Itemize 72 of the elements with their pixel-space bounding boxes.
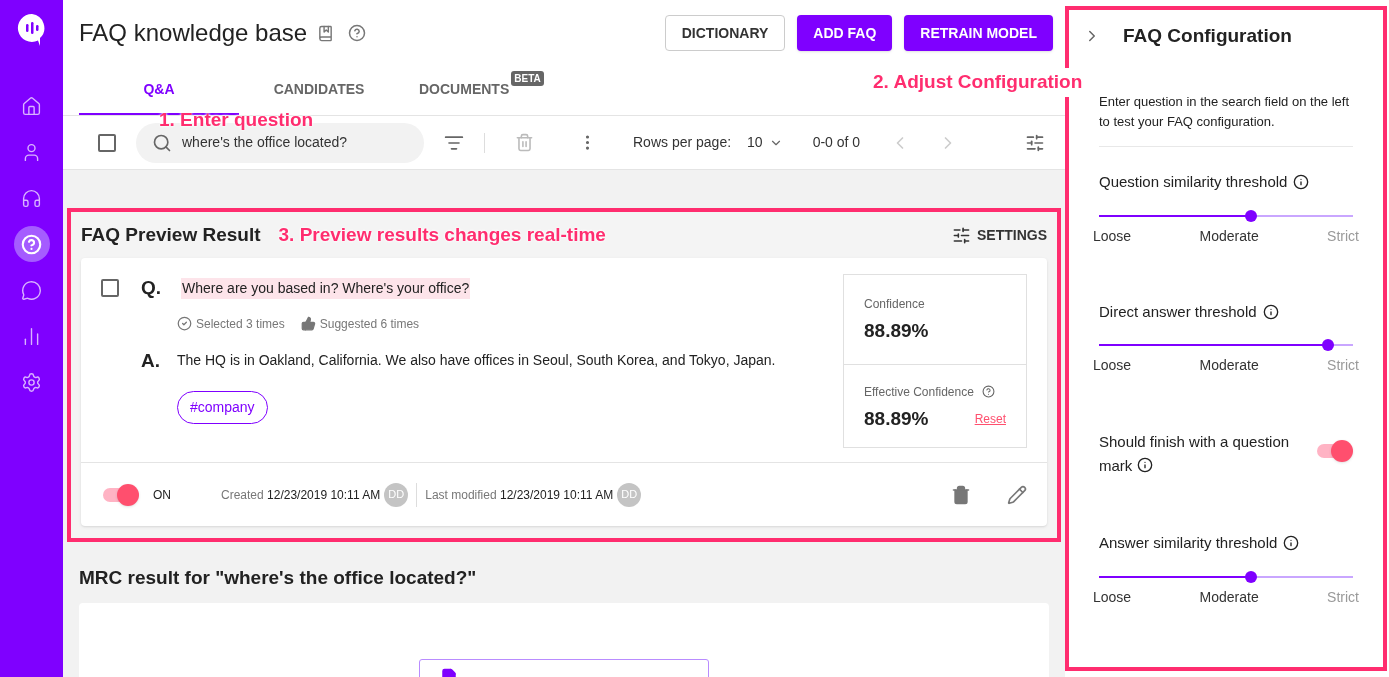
header-button[interactable]: DICTIONARY bbox=[664, 15, 786, 51]
user-avatar: DD bbox=[384, 482, 409, 507]
slider-label: Moderate bbox=[1199, 356, 1259, 375]
headset-icon bbox=[21, 187, 42, 209]
selected-count: Selected 3 times bbox=[196, 315, 285, 333]
help-icon[interactable] bbox=[981, 385, 995, 398]
slider-label: Strict bbox=[1327, 587, 1359, 607]
info-icon[interactable] bbox=[1262, 303, 1279, 320]
column-settings-icon[interactable] bbox=[1025, 132, 1045, 153]
header-button[interactable]: ADD FAQ bbox=[797, 15, 893, 51]
confidence-label: Confidence bbox=[864, 296, 926, 313]
slider-label: Strict bbox=[1327, 356, 1359, 375]
delete-icon[interactable] bbox=[951, 484, 971, 505]
header-button[interactable]: RETRAIN MODEL bbox=[904, 15, 1053, 51]
setting-label: Direct answer threshold bbox=[1099, 301, 1257, 322]
rows-per-page-label: Rows per page: bbox=[633, 133, 732, 152]
rows-per-page-select[interactable]: 10 bbox=[747, 132, 783, 153]
info-icon[interactable] bbox=[1293, 174, 1310, 191]
panel-description: Enter question in the search field on the left to test your FAQ configuration. bbox=[1099, 92, 1353, 147]
sidebar-item[interactable] bbox=[13, 226, 50, 262]
checkbox[interactable] bbox=[98, 133, 116, 152]
beta-badge: BETA bbox=[511, 70, 544, 86]
slider-thumb[interactable] bbox=[1245, 209, 1258, 222]
tab[interactable]: DOCUMENTS BETA bbox=[399, 65, 559, 115]
toggle-switch[interactable] bbox=[1315, 439, 1353, 462]
slider-label: Moderate bbox=[1199, 587, 1259, 607]
chat-icon bbox=[21, 279, 42, 301]
settings-button[interactable]: SETTINGS bbox=[952, 224, 1047, 246]
page-title: FAQ knowledge base bbox=[79, 18, 308, 48]
help-icon[interactable] bbox=[348, 24, 367, 42]
slider-label: Loose bbox=[1093, 356, 1132, 375]
section-title: MRC result for "where's the office located?" bbox=[79, 566, 478, 590]
settings-icon bbox=[21, 371, 42, 393]
effective-confidence-label: Effective Confidence bbox=[864, 383, 974, 401]
thumbs-up-icon bbox=[300, 316, 316, 331]
question-label: Q. bbox=[141, 276, 159, 300]
toggle-switch[interactable] bbox=[101, 483, 139, 506]
slider-thumb[interactable] bbox=[1321, 339, 1334, 351]
faq-icon bbox=[21, 233, 42, 255]
confidence-value: 88.89% bbox=[864, 319, 930, 343]
check-badge-icon bbox=[177, 316, 192, 331]
annotation-text: 3. Preview results changes real-time bbox=[278, 222, 606, 247]
answer-label: A. bbox=[141, 348, 161, 373]
created-info: Created 12/23/2019 10:11 AM bbox=[221, 486, 381, 504]
section-title: FAQ Preview Result bbox=[81, 222, 261, 247]
home-icon bbox=[21, 95, 42, 117]
effective-confidence-value: 88.89% bbox=[864, 406, 929, 431]
book-icon[interactable] bbox=[317, 24, 335, 42]
checkbox[interactable] bbox=[101, 279, 119, 298]
status-label: ON bbox=[153, 486, 171, 504]
slider-label: Strict bbox=[1327, 226, 1359, 246]
info-icon[interactable] bbox=[1136, 457, 1153, 473]
answer-text: The HQ is in Oakland, California. We also have offices in Seoul, South Korea, and Tokyo, Japan. bbox=[177, 351, 776, 371]
annotation-text: 2. Adjust Configuration bbox=[873, 68, 1083, 97]
page-range: 0-0 of 0 bbox=[812, 133, 861, 152]
setting-label: Should finish with a question mark bbox=[1099, 432, 1291, 476]
suggested-count: Suggested 6 times bbox=[319, 315, 420, 333]
slider-label: Loose bbox=[1093, 226, 1132, 246]
question-text: Where are you based in? Where's your office? bbox=[181, 277, 471, 299]
slider-thumb[interactable] bbox=[1245, 570, 1258, 583]
setting-label: Answer similarity threshold bbox=[1099, 533, 1278, 553]
panel-title: FAQ Configuration bbox=[1123, 23, 1292, 48]
slider-label: Moderate bbox=[1199, 226, 1259, 246]
edit-icon[interactable] bbox=[1007, 484, 1027, 505]
settings-icon bbox=[952, 225, 971, 245]
user-avatar: DD bbox=[617, 482, 642, 507]
search-icon bbox=[152, 132, 172, 153]
reset-link[interactable]: Reset bbox=[974, 409, 1006, 428]
setting-label: Question similarity threshold bbox=[1099, 172, 1288, 192]
modified-info: Last modified 12/23/2019 10:11 AM bbox=[425, 486, 614, 504]
info-icon[interactable] bbox=[1283, 535, 1300, 552]
slider-label: Loose bbox=[1093, 587, 1132, 607]
